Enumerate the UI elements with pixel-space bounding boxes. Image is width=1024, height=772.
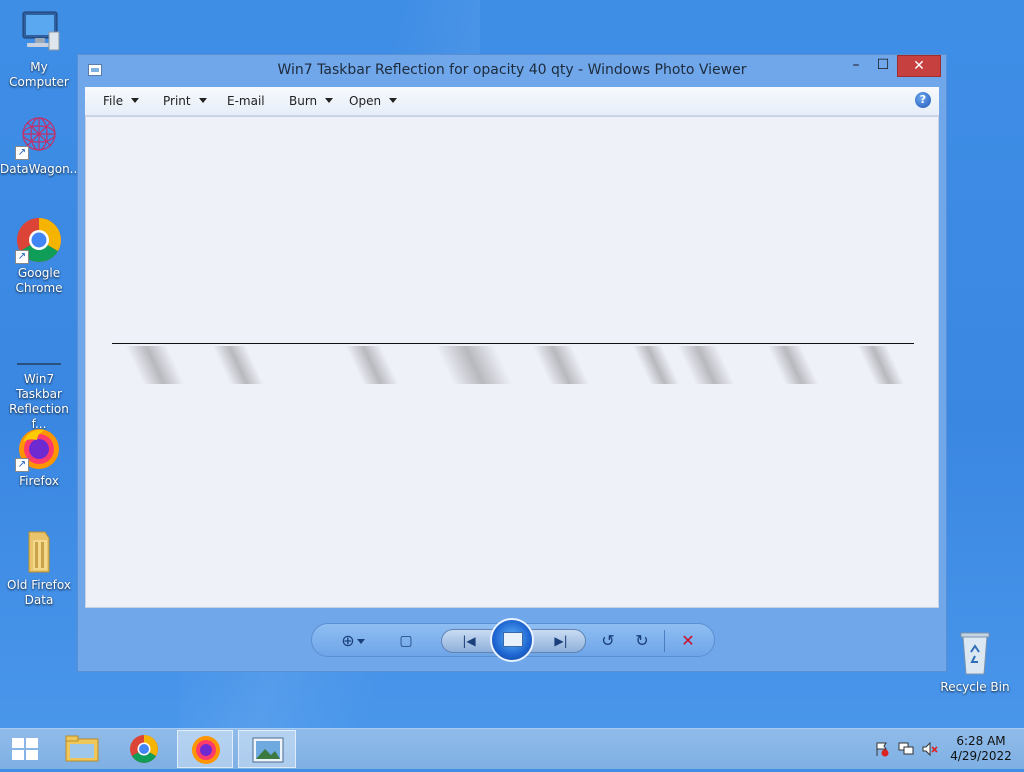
maximize-button[interactable]: ☐ [870,55,896,77]
rotate-clockwise-button[interactable]: ↻ [632,632,652,650]
shortcut-arrow-icon: ↗ [15,146,29,160]
desktop-icon-label: DataWagon... [0,162,82,176]
toolbar-separator [664,630,665,652]
open-menu[interactable]: Open [349,94,398,108]
taskbar: 6:28 AM 4/29/2022 [0,728,1024,769]
previous-icon: |◀ [462,634,476,648]
burn-menu-label: Burn [289,94,318,108]
image-display-area [85,116,939,608]
minimize-button[interactable]: – [843,55,869,77]
taskbar-photo-viewer[interactable] [238,730,296,768]
taskbar-clock[interactable]: 6:28 AM 4/29/2022 [948,734,1014,764]
desktop-icon-win7-taskbar-reflection[interactable]: Win7 Taskbar Reflection f... [0,320,78,432]
menu-bar: File Print E-mail Burn Open ? [85,87,939,116]
desktop-icon-label: Google Chrome [15,266,63,295]
chrome-icon: ↗ [15,216,63,264]
desktop-icon-firefox[interactable]: ↗ Firefox [0,424,78,489]
title-bar[interactable]: Win7 Taskbar Reflection for opacity 40 q… [78,55,946,85]
image-black-line [112,343,914,344]
chrome-icon [130,735,158,763]
rotate-cw-icon: ↻ [635,631,649,650]
chevron-down-icon [131,98,140,103]
network-icon[interactable] [898,741,914,757]
shortcut-arrow-icon: ↗ [15,458,29,472]
image-reflection-streak [345,346,399,384]
photo-viewer-icon [252,737,284,763]
taskbar-file-explorer[interactable] [54,730,110,768]
rotate-counterclockwise-button[interactable]: ↺ [598,632,618,650]
image-reflection-streak [677,346,735,384]
desktop-icon-label: My Computer [9,60,69,89]
desktop-icon-old-firefox-data[interactable]: Old Firefox Data [0,528,78,608]
email-button[interactable]: E-mail [227,94,265,108]
actual-size-button[interactable]: ▢ [396,632,416,650]
print-menu[interactable]: Print [163,94,207,108]
desktop-icon-google-chrome[interactable]: ↗ Google Chrome [0,216,78,296]
desktop-icon-label: Recycle Bin [940,680,1010,694]
firefox-icon [192,736,220,764]
next-icon: ▶| [554,634,568,648]
image-reflection-streak [435,346,513,384]
file-menu[interactable]: File [103,94,140,108]
image-reflection-streak [532,346,590,384]
volume-muted-icon[interactable] [922,741,938,757]
viewer-toolbar: ⊕ ▢ |◀ ▶| ↺ ↻ ✕ [311,618,715,662]
chevron-down-icon [325,98,334,103]
chevron-down-icon [356,639,365,644]
desktop-icon-label: Firefox [19,474,59,488]
image-reflection-streak [125,346,185,384]
rotate-ccw-icon: ↺ [601,631,615,650]
slideshow-button[interactable] [490,618,534,662]
taskbar-firefox[interactable] [177,730,233,768]
zoom-icon: ⊕ [341,631,355,650]
print-menu-label: Print [163,94,191,108]
start-button[interactable] [12,738,38,760]
zoom-button[interactable]: ⊕ [338,632,368,650]
recycle-bin-icon [951,630,999,678]
help-icon[interactable]: ? [915,92,931,108]
photo-viewer-window: Win7 Taskbar Reflection for opacity 40 q… [77,54,947,672]
datawagon-icon: ↗ [15,112,63,160]
windows-logo-icon [12,750,24,760]
delete-icon: ✕ [681,631,695,650]
taskbar-chrome[interactable] [116,730,172,768]
firefox-icon: ↗ [15,424,63,472]
burn-menu[interactable]: Burn [289,94,334,108]
image-file-icon [15,320,63,370]
windows-logo-icon [26,750,38,760]
desktop-icon-my-computer[interactable]: My Computer [0,10,78,90]
clock-date: 4/29/2022 [950,749,1012,763]
desktop-icon-label: Win7 Taskbar Reflection f... [9,372,69,431]
delete-button[interactable]: ✕ [676,632,700,650]
folder-icon [15,528,63,576]
windows-logo-icon [12,738,24,748]
close-button[interactable]: ✕ [897,55,941,77]
windows-logo-icon [26,738,38,748]
actual-size-icon: ▢ [399,633,413,649]
chevron-down-icon [198,98,207,103]
image-reflection-streak [767,346,819,384]
image-reflection-streak [212,346,264,384]
shortcut-arrow-icon: ↗ [15,250,29,264]
open-menu-label: Open [349,94,382,108]
action-center-flag-icon[interactable] [874,741,890,757]
desktop-icon-datawagon[interactable]: ↗ DataWagon... [0,112,82,177]
next-button[interactable]: ▶| [546,632,576,650]
window-title: Win7 Taskbar Reflection for opacity 40 q… [277,62,747,78]
desktop-icon-label: Old Firefox Data [7,578,71,607]
chevron-down-icon [389,98,398,103]
image-reflection-streak [857,346,905,384]
desktop-icon-recycle-bin[interactable]: Recycle Bin [936,630,1014,695]
system-tray [872,729,948,769]
file-explorer-icon [65,735,99,762]
image-reflection-streak [632,346,680,384]
file-menu-label: File [103,94,124,108]
clock-time: 6:28 AM [956,734,1006,748]
previous-button[interactable]: |◀ [454,632,484,650]
computer-icon [15,10,63,58]
